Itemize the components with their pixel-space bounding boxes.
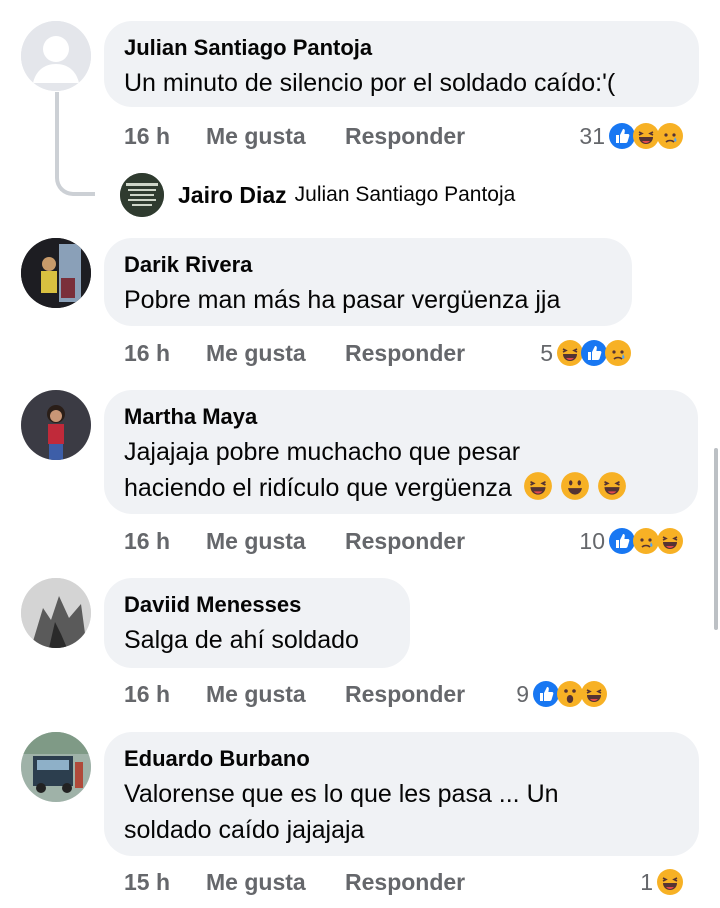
comment-text: Jajajaja pobre muchacho que pesar hacien… — [124, 434, 678, 506]
reaction-summary[interactable]: 10 — [579, 525, 684, 557]
comment-author[interactable]: Martha Maya — [124, 404, 678, 430]
laughing-tears-emoji-icon — [523, 471, 553, 501]
avatar-image-icon — [21, 238, 91, 308]
comment-bubble: Daviid Menesses Salga de ahí soldado — [104, 578, 410, 668]
comment-text-line: haciendo el ridículo que vergüenza — [124, 474, 512, 502]
avatar[interactable] — [21, 578, 91, 648]
comment-author[interactable]: Darik Rivera — [124, 252, 612, 278]
avatar-image-icon — [21, 732, 91, 802]
comment-bubble: Eduardo Burbano Valorense que es lo que … — [104, 732, 699, 856]
comment-actions: 15 h Me gusta Responder 1 — [124, 866, 700, 898]
comment-actions: 16 h Me gusta Responder 5 — [124, 337, 700, 369]
comment-text-line: soldado caído jajajaja — [124, 816, 365, 844]
avatar-default[interactable] — [21, 21, 91, 91]
reaction-count: 1 — [640, 869, 653, 895]
reaction-summary[interactable]: 31 — [579, 120, 684, 152]
avatar-image-icon — [120, 173, 164, 217]
comment-actions: 16 h Me gusta Responder 10 — [124, 525, 700, 557]
comment-time[interactable]: 16 h — [124, 678, 170, 710]
reaction-summary[interactable]: 5 — [540, 337, 632, 369]
reaction-summary[interactable]: 9 — [516, 678, 608, 710]
reply-preview[interactable]: Jairo Diaz Julian Santiago Pantoja — [120, 173, 516, 217]
like-button[interactable]: Me gusta — [206, 678, 306, 710]
default-avatar-icon — [21, 21, 91, 91]
avatar-image-icon — [21, 578, 91, 648]
like-button[interactable]: Me gusta — [206, 866, 306, 898]
haha-icon — [580, 680, 608, 708]
reaction-summary[interactable]: 1 — [640, 866, 684, 898]
comment-actions: 16 h Me gusta Responder 9 — [124, 678, 700, 710]
reply-button[interactable]: Responder — [345, 337, 465, 369]
reply-button[interactable]: Responder — [345, 866, 465, 898]
comment-bubble: Darik Rivera Pobre man más ha pasar verg… — [104, 238, 632, 326]
comment-time[interactable]: 15 h — [124, 866, 170, 898]
comment-bubble: Julian Santiago Pantoja Un minuto de sil… — [104, 21, 699, 107]
reaction-count: 5 — [540, 340, 553, 366]
comment-actions: 16 h Me gusta Responder 31 — [124, 120, 700, 152]
sad-icon — [656, 122, 684, 150]
comment-text-line: Jajajaja pobre muchacho que pesar — [124, 438, 521, 466]
like-button[interactable]: Me gusta — [206, 525, 306, 557]
reaction-count: 9 — [516, 681, 529, 707]
comment-time[interactable]: 16 h — [124, 525, 170, 557]
comment-text: Pobre man más ha pasar vergüenza jja — [124, 286, 561, 314]
reaction-count: 31 — [579, 123, 605, 149]
comment-text-line: Valorense que es lo que les pasa ... Un — [124, 780, 559, 808]
haha-icon — [656, 527, 684, 555]
comment-bubble: Martha Maya Jajajaja pobre muchacho que … — [104, 390, 698, 514]
comment-text: Salga de ahí soldado — [124, 626, 359, 654]
reply-button[interactable]: Responder — [345, 678, 465, 710]
avatar[interactable] — [21, 732, 91, 802]
avatar[interactable] — [21, 238, 91, 308]
reply-mention[interactable]: Julian Santiago Pantoja — [295, 183, 516, 207]
avatar[interactable] — [21, 390, 91, 460]
reaction-count: 10 — [579, 528, 605, 554]
comment-text-line-2: haciendo el ridículo que vergüenza — [124, 470, 678, 506]
comment-author[interactable]: Daviid Menesses — [124, 592, 390, 618]
comment-time[interactable]: 16 h — [124, 337, 170, 369]
comment-time[interactable]: 16 h — [124, 120, 170, 152]
reply-thread-line — [55, 92, 95, 196]
comment-text: Valorense que es lo que les pasa ... Un … — [124, 776, 679, 848]
reply-button[interactable]: Responder — [345, 525, 465, 557]
avatar-image-icon — [21, 390, 91, 460]
comment-text: Un minuto de silencio por el soldado caí… — [124, 69, 616, 97]
smile-emoji-icon — [560, 471, 590, 501]
comment-author[interactable]: Julian Santiago Pantoja — [124, 35, 679, 61]
comment-author[interactable]: Eduardo Burbano — [124, 746, 679, 772]
like-button[interactable]: Me gusta — [206, 120, 306, 152]
reply-button[interactable]: Responder — [345, 120, 465, 152]
sad-icon — [604, 339, 632, 367]
like-button[interactable]: Me gusta — [206, 337, 306, 369]
avatar-reply — [120, 173, 164, 217]
scrollbar[interactable] — [714, 448, 718, 630]
laughing-tears-emoji-icon — [597, 471, 627, 501]
reply-author[interactable]: Jairo Diaz — [178, 182, 287, 209]
haha-icon — [656, 868, 684, 896]
